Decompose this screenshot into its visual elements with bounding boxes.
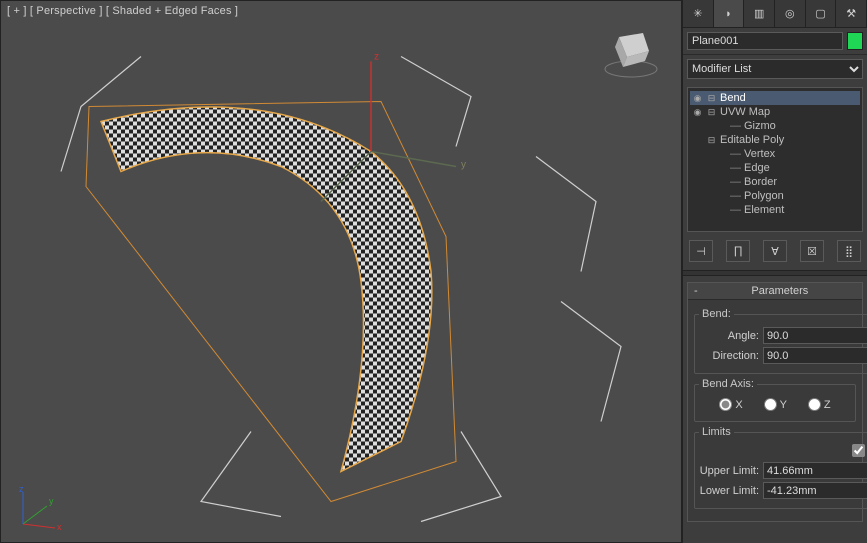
- display-icon: ▢: [815, 7, 825, 20]
- pin-icon: ⊣: [696, 245, 706, 258]
- modifier-list-dropdown[interactable]: Modifier List: [687, 59, 863, 79]
- direction-label: Direction:: [699, 350, 759, 362]
- limits-legend: Limits: [699, 426, 734, 438]
- modifier-stack[interactable]: ◉ ⊟ Bend ◉ ⊟ UVW Map — Gizmo ⊟ Editable …: [687, 87, 863, 232]
- upper-limit-spinner[interactable]: [763, 462, 867, 479]
- stack-button-row: ⊣ ∏ ∀ ☒ ⣿: [683, 236, 867, 270]
- expand-icon[interactable]: ⊟: [706, 93, 717, 104]
- limits-group: Limits Limit Effect Upper Limit: ▲▼ Lowe…: [694, 426, 867, 509]
- display-tab[interactable]: ▢: [806, 0, 837, 27]
- show-end-result-button[interactable]: ∏: [726, 240, 750, 262]
- bend-axis-legend: Bend Axis:: [699, 378, 757, 390]
- stack-subitem-border[interactable]: —Border: [690, 175, 860, 189]
- stack-item-editablepoly[interactable]: ⊟ Editable Poly: [690, 133, 860, 147]
- trash-icon: ☒: [807, 245, 817, 258]
- utilities-tab[interactable]: ⚒: [836, 0, 867, 27]
- bend-group: Bend: Angle: ▲▼ Direction: ▲▼: [694, 308, 867, 374]
- stack-item-label: Editable Poly: [720, 134, 784, 146]
- lower-limit-label: Lower Limit:: [699, 485, 759, 497]
- command-panel-tabs: ✳ ◗ ▥ ◎ ▢ ⚒: [683, 0, 867, 28]
- stack-item-label: Gizmo: [744, 120, 776, 132]
- axis-tripod: x y z: [11, 484, 63, 532]
- stack-item-label: Border: [744, 176, 777, 188]
- panel-divider: [683, 270, 867, 276]
- rollout-title: Parameters: [704, 285, 856, 297]
- stack-subitem-vertex[interactable]: —Vertex: [690, 147, 860, 161]
- rollout-header[interactable]: - Parameters: [688, 283, 862, 300]
- axis-z-radio[interactable]: Z: [808, 398, 831, 411]
- stack-subitem-edge[interactable]: —Edge: [690, 161, 860, 175]
- stack-subitem-polygon[interactable]: —Polygon: [690, 189, 860, 203]
- expand-icon[interactable]: ⊟: [706, 107, 717, 118]
- parameters-rollout: - Parameters Bend: Angle: ▲▼ Direction:: [687, 282, 863, 522]
- svg-text:z: z: [374, 52, 379, 63]
- direction-spinner[interactable]: [763, 347, 867, 364]
- axis-y-radio[interactable]: Y: [764, 398, 787, 411]
- stack-item-label: UVW Map: [720, 106, 770, 118]
- svg-text:y: y: [49, 496, 54, 506]
- unique-icon: ∀: [771, 245, 779, 258]
- modify-icon: ◗: [725, 8, 732, 20]
- axis-x-radio[interactable]: X: [719, 398, 742, 411]
- config-icon: ⣿: [845, 245, 853, 258]
- lower-limit-spinner[interactable]: [763, 482, 867, 499]
- stack-item-label: Edge: [744, 162, 770, 174]
- stack-item-label: Bend: [720, 92, 746, 104]
- configure-sets-button[interactable]: ⣿: [837, 240, 861, 262]
- scene-drawing: z y: [1, 1, 681, 542]
- viewport[interactable]: [ + ] [ Perspective ] [ Shaded + Edged F…: [0, 0, 682, 543]
- motion-icon: ◎: [785, 7, 795, 20]
- limit-effect-checkbox[interactable]: [852, 444, 865, 457]
- angle-label: Angle:: [699, 330, 759, 342]
- stack-item-label: Polygon: [744, 190, 784, 202]
- stack-subitem-element[interactable]: —Element: [690, 203, 860, 217]
- stack-item-label: Element: [744, 204, 784, 216]
- expand-icon[interactable]: ⊟: [706, 135, 717, 146]
- pin-stack-button[interactable]: ⊣: [689, 240, 713, 262]
- motion-tab[interactable]: ◎: [775, 0, 806, 27]
- stack-item-bend[interactable]: ◉ ⊟ Bend: [690, 91, 860, 105]
- object-color-swatch[interactable]: [847, 32, 863, 50]
- hierarchy-tab[interactable]: ▥: [744, 0, 775, 27]
- object-name-field[interactable]: [687, 32, 843, 50]
- svg-text:x: x: [57, 522, 62, 532]
- modify-tab[interactable]: ◗: [714, 0, 745, 27]
- hierarchy-icon: ▥: [754, 7, 764, 20]
- bend-axis-group: Bend Axis: X Y Z: [694, 378, 856, 422]
- svg-text:z: z: [19, 484, 24, 494]
- svg-text:y: y: [461, 160, 466, 171]
- make-unique-button[interactable]: ∀: [763, 240, 787, 262]
- stack-item-uvwmap[interactable]: ◉ ⊟ UVW Map: [690, 105, 860, 119]
- angle-spinner[interactable]: [763, 327, 867, 344]
- create-tab[interactable]: ✳: [683, 0, 714, 27]
- utilities-icon: ⚒: [846, 7, 856, 20]
- result-icon: ∏: [733, 245, 742, 257]
- eye-icon[interactable]: ◉: [692, 93, 703, 104]
- stack-item-label: Vertex: [744, 148, 775, 160]
- command-panel: ✳ ◗ ▥ ◎ ▢ ⚒ Modifier List ◉ ⊟ Bend ◉ ⊟ U…: [682, 0, 867, 543]
- stack-subitem-gizmo[interactable]: — Gizmo: [690, 119, 860, 133]
- remove-modifier-button[interactable]: ☒: [800, 240, 824, 262]
- bend-legend: Bend:: [699, 308, 734, 320]
- create-icon: ✳: [693, 7, 702, 20]
- upper-limit-label: Upper Limit:: [699, 465, 759, 477]
- collapse-icon: -: [694, 285, 698, 297]
- eye-icon[interactable]: ◉: [692, 107, 703, 118]
